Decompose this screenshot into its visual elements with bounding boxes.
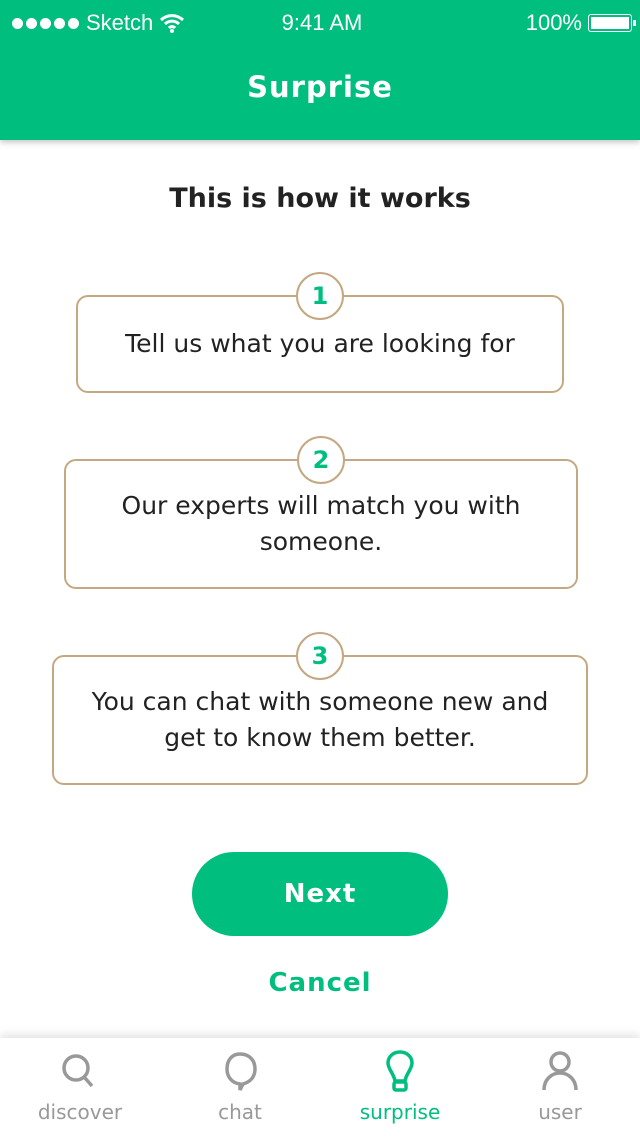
- lightbulb-icon: [386, 1050, 414, 1092]
- tab-label: discover: [37, 1100, 123, 1124]
- step-card-2: 2 Our experts will match you with someon…: [64, 436, 578, 589]
- battery-icon: [588, 14, 636, 32]
- tab-label: chat: [218, 1100, 262, 1124]
- clock: 9:41 AM: [281, 10, 363, 35]
- tab-user[interactable]: user: [480, 1038, 640, 1136]
- section-heading: This is how it works: [169, 183, 471, 214]
- tab-label: surprise: [359, 1100, 441, 1124]
- tab-label: user: [538, 1100, 582, 1124]
- cancel-button[interactable]: Cancel: [0, 968, 640, 998]
- chat-bubble-icon: [225, 1052, 257, 1091]
- next-button[interactable]: Next: [192, 852, 448, 936]
- user-icon: [542, 1051, 578, 1091]
- status-bar: Sketch 9:41 AM 100%: [12, 8, 636, 38]
- tab-chat[interactable]: chat: [160, 1038, 320, 1136]
- step-number: 1: [296, 272, 344, 320]
- step-number: 2: [297, 436, 345, 484]
- tab-discover[interactable]: discover: [0, 1038, 160, 1136]
- step-text: You can chat with someone new and get to…: [91, 687, 549, 752]
- search-icon: [62, 1054, 94, 1088]
- step-card-1: 1 Tell us what you are looking for: [76, 272, 564, 393]
- step-text: Tell us what you are looking for: [125, 329, 515, 358]
- nav-header: Sketch 9:41 AM 100% Surprise: [0, 0, 640, 140]
- page-title: Surprise: [247, 70, 393, 104]
- step-card-3: 3 You can chat with someone new and get …: [52, 632, 588, 785]
- tab-surprise[interactable]: surprise: [320, 1038, 480, 1136]
- tab-bar: discover chat surprise user: [0, 1038, 640, 1136]
- step-text: Our experts will match you with someone.: [121, 491, 521, 556]
- step-number: 3: [296, 632, 344, 680]
